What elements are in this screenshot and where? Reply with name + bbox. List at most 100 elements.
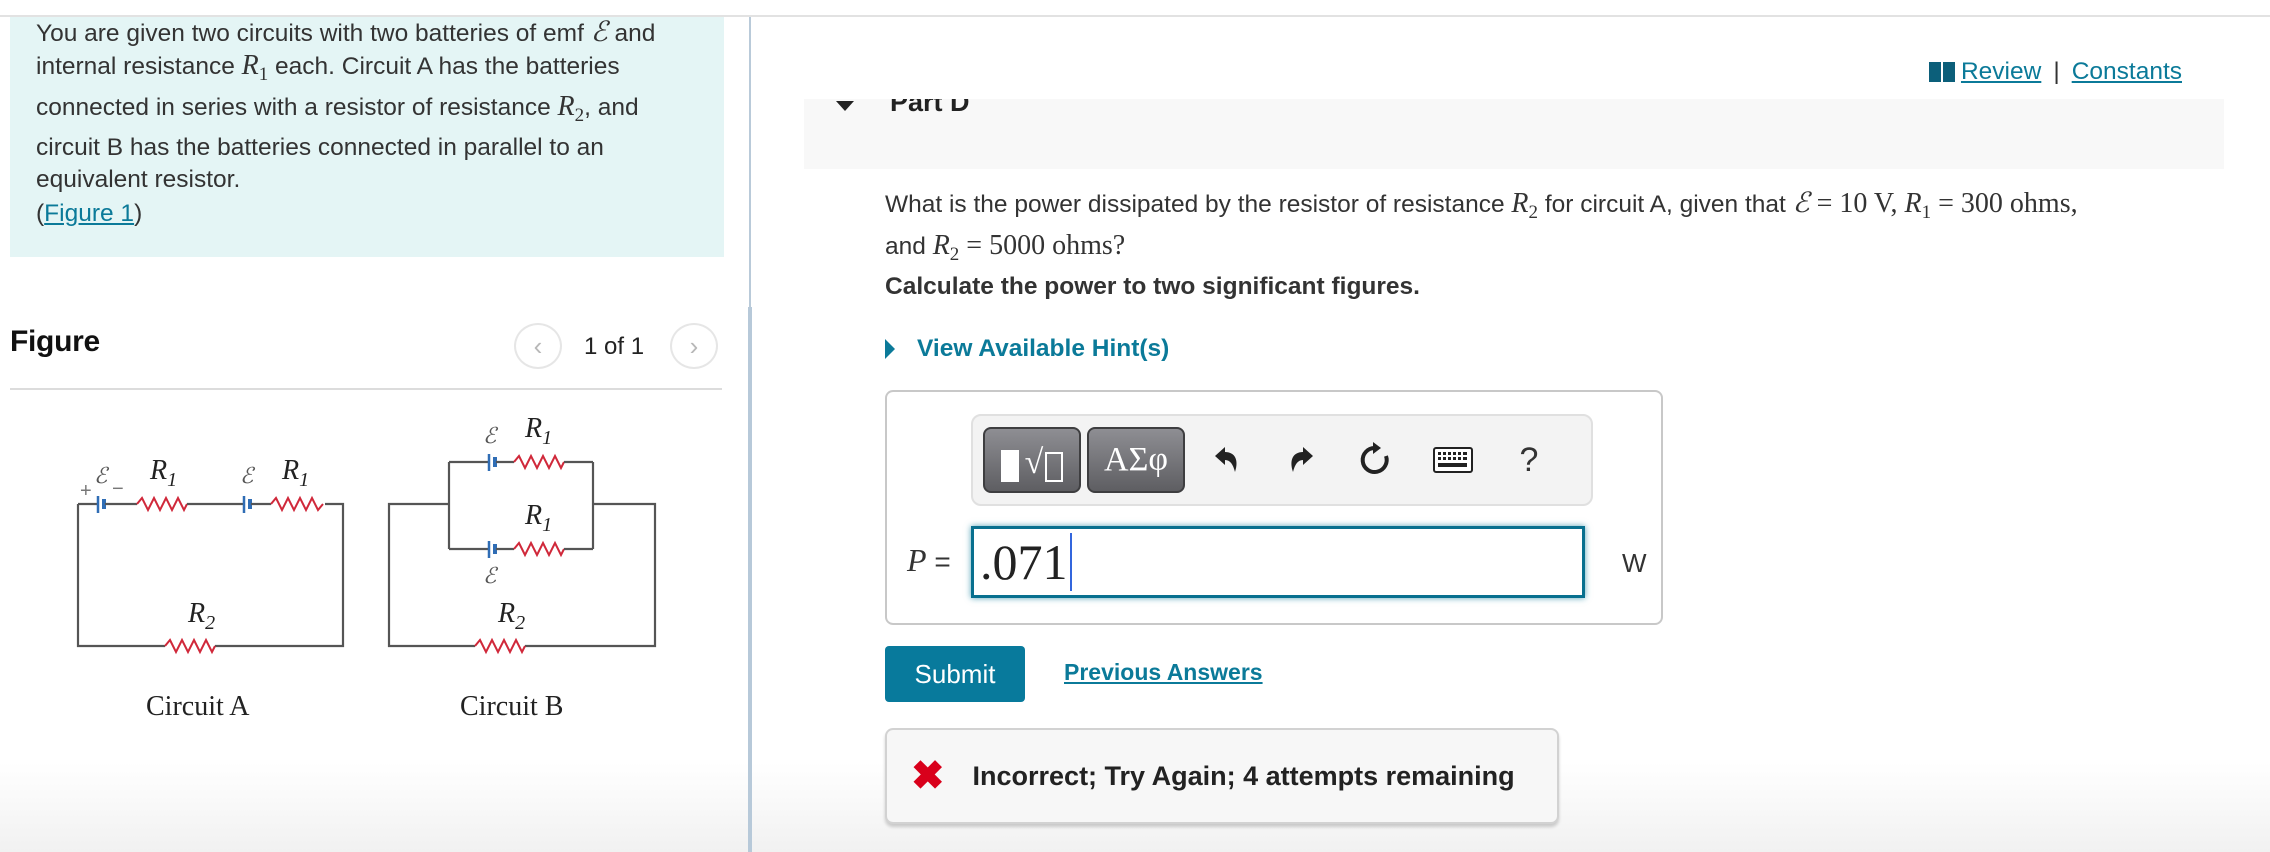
r1-sub: 1 bbox=[258, 64, 269, 85]
circuit-a-wire bbox=[215, 502, 345, 648]
circuit-a-wire bbox=[76, 504, 165, 648]
r1-label-base: R bbox=[524, 500, 542, 531]
r2-value: = 5000 ohms bbox=[959, 230, 1113, 261]
intro-text-line: circuit B has the batteries connected in… bbox=[36, 134, 604, 161]
intro-text-fragment: each. Circuit A has the batteries bbox=[268, 53, 620, 80]
r2-sub: 2 bbox=[574, 105, 585, 126]
circuit-a-label: Circuit A bbox=[146, 691, 250, 722]
r2-symbol: R2 bbox=[1511, 188, 1538, 223]
r1-label: R1 bbox=[281, 455, 309, 491]
r2-label-sub: 2 bbox=[205, 612, 215, 634]
r2-label-base: R bbox=[497, 598, 515, 629]
keyboard-icon[interactable] bbox=[1431, 438, 1475, 482]
book-icon bbox=[1928, 62, 1955, 82]
r2-label: R2 bbox=[187, 598, 215, 634]
answer-input[interactable]: .071 bbox=[971, 526, 1585, 598]
text-cursor bbox=[1069, 533, 1072, 591]
question-mark: ? bbox=[1112, 230, 1126, 261]
r2-label-sub: 2 bbox=[515, 612, 525, 634]
pane-divider bbox=[749, 17, 751, 307]
view-hints-toggle[interactable]: View Available Hint(s) bbox=[885, 335, 1169, 363]
r2-sub: 2 bbox=[949, 244, 960, 265]
pane-resize-handle[interactable] bbox=[748, 307, 752, 852]
question-fragment: and bbox=[885, 233, 933, 260]
r1-base: R bbox=[1904, 188, 1922, 219]
next-figure-button[interactable]: › bbox=[670, 323, 718, 369]
link-separator: | bbox=[2053, 58, 2060, 85]
submit-button[interactable]: Submit bbox=[885, 646, 1025, 702]
resistor-r1-b2 bbox=[513, 540, 565, 558]
constants-link[interactable]: Constants bbox=[2072, 58, 2182, 86]
feedback-message: ✖ Incorrect; Try Again; 4 attempts remai… bbox=[885, 728, 1559, 824]
circuit-b-label: Circuit B bbox=[460, 691, 563, 722]
resistor-r2-b bbox=[474, 637, 526, 655]
problem-intro-box: You are given two circuits with two batt… bbox=[10, 17, 724, 257]
r1-label-sub: 1 bbox=[167, 469, 177, 491]
previous-figure-button[interactable]: ‹ bbox=[514, 323, 562, 369]
emf-symbol: ℰ bbox=[1792, 188, 1810, 219]
hint-label: View Available Hint(s) bbox=[917, 335, 1170, 362]
unit-label: W bbox=[1622, 548, 1647, 578]
answer-variable-label: P = bbox=[907, 542, 951, 579]
r2-base: R bbox=[557, 91, 575, 122]
r2-label-base: R bbox=[187, 598, 205, 629]
figure-pager: ‹ 1 of 1 › bbox=[512, 323, 724, 373]
right-pane: Review | Constants Part D What is the po… bbox=[752, 17, 2270, 852]
reset-icon[interactable] bbox=[1353, 438, 1397, 482]
resistor-r1-a1 bbox=[136, 495, 188, 513]
instruction-text: Calculate the power to two significant f… bbox=[885, 273, 1420, 300]
r2-symbol: R2 bbox=[932, 230, 960, 265]
left-pane: You are given two circuits with two batt… bbox=[0, 17, 748, 852]
templates-icon: √ bbox=[1000, 438, 1064, 482]
r2-base: R bbox=[932, 230, 950, 261]
emf-label: ℰ bbox=[483, 423, 499, 448]
r1-label-base: R bbox=[281, 455, 299, 486]
math-toolbar: √ ΑΣφ ? bbox=[971, 414, 1593, 506]
undo-icon[interactable] bbox=[1205, 438, 1249, 482]
r1-label-sub: 1 bbox=[542, 514, 552, 536]
r2-label: R2 bbox=[497, 598, 525, 634]
r1-symbol: R1 bbox=[1904, 188, 1932, 223]
r2-base: R bbox=[1511, 188, 1529, 219]
review-constants-links: Review | Constants bbox=[1928, 58, 2182, 86]
r1-base: R bbox=[241, 50, 259, 81]
help-button[interactable]: ? bbox=[1507, 438, 1551, 482]
incorrect-x-icon: ✖ bbox=[911, 754, 945, 798]
answer-box: √ ΑΣφ ? P = .071 W bbox=[885, 390, 1663, 625]
feedback-text: Incorrect; Try Again; 4 attempts remaini… bbox=[972, 760, 1515, 791]
figure-link-line: (Figure 1) bbox=[36, 200, 142, 228]
chevron-left-icon: ‹ bbox=[533, 330, 543, 361]
templates-button[interactable]: √ bbox=[983, 427, 1081, 493]
question-text: What is the power dissipated by the resi… bbox=[885, 187, 2265, 271]
r1-label: R1 bbox=[149, 455, 177, 491]
paren-close: ) bbox=[134, 200, 143, 227]
comma: , bbox=[2070, 188, 2078, 219]
resistor-r2-a bbox=[164, 637, 216, 655]
greek-symbols-button[interactable]: ΑΣφ bbox=[1087, 427, 1185, 493]
intro-text-fragment: and bbox=[607, 20, 656, 47]
r1-sub: 1 bbox=[1921, 202, 1932, 223]
figure-divider bbox=[10, 388, 722, 390]
minus-sign: − bbox=[112, 478, 124, 500]
plus-sign: + bbox=[80, 480, 92, 502]
paren-open: ( bbox=[36, 200, 45, 227]
collapse-caret-icon bbox=[836, 101, 854, 111]
intro-text-fragment: internal resistance bbox=[36, 53, 242, 80]
figure-1-link[interactable]: Figure 1 bbox=[44, 200, 134, 227]
r1-value: = 300 ohms bbox=[1931, 188, 2071, 219]
answer-value: .071 bbox=[980, 534, 1068, 590]
circuit-b-wire bbox=[387, 502, 475, 648]
figure-page-count: 1 of 1 bbox=[584, 333, 645, 360]
intro-text-fragment: connected in series with a resistor of r… bbox=[36, 94, 558, 121]
review-link[interactable]: Review bbox=[1961, 58, 2041, 86]
figure-title: Figure bbox=[10, 325, 100, 358]
r1-label: R1 bbox=[524, 413, 552, 449]
part-title: Part D bbox=[890, 99, 970, 117]
equals-sign: = bbox=[926, 546, 951, 577]
previous-answers-link[interactable]: Previous Answers bbox=[1064, 659, 1263, 686]
r1-label-sub: 1 bbox=[299, 469, 309, 491]
redo-icon[interactable] bbox=[1279, 438, 1323, 482]
emf-label: ℰ bbox=[483, 563, 499, 588]
part-d-header[interactable]: Part D bbox=[804, 99, 2224, 169]
emf-symbol: ℰ bbox=[590, 17, 608, 48]
